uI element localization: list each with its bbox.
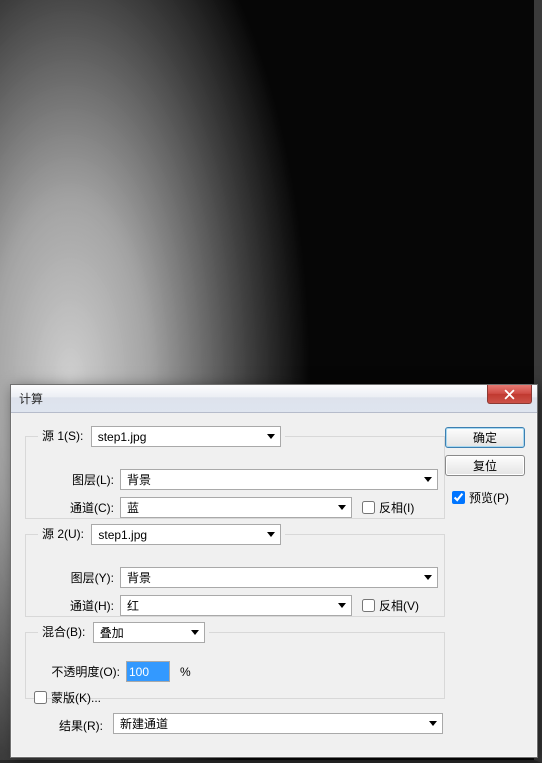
source1-file-combo[interactable]: step1.jpg (91, 426, 281, 447)
blending-group: 混合(B): 叠加 不透明度(O): % 蒙版(K)... (25, 621, 445, 699)
source2-legend: 源 2(U): step1.jpg (38, 523, 285, 545)
source1-channel-label: 通道(C): (56, 499, 114, 516)
chevron-down-icon (419, 470, 437, 489)
source2-channel-combo[interactable]: 红 (120, 595, 352, 616)
opacity-unit: % (180, 665, 191, 679)
chevron-down-icon (419, 568, 437, 587)
source2-layer-label: 图层(Y): (56, 569, 114, 586)
reset-button[interactable]: 复位 (445, 455, 525, 476)
source2-layer-value: 背景 (127, 569, 151, 586)
chevron-down-icon (333, 498, 351, 517)
source2-layer-combo[interactable]: 背景 (120, 567, 438, 588)
preview-checkbox[interactable]: 预览(P) (452, 489, 509, 506)
chevron-down-icon (262, 525, 280, 544)
result-combo[interactable]: 新建通道 (113, 713, 443, 734)
source2-channel-label: 通道(H): (56, 597, 114, 614)
source1-layer-value: 背景 (127, 471, 151, 488)
source2-group: 源 2(U): step1.jpg 图层(Y): 背景 通道(H): 红 (25, 523, 445, 617)
titlebar[interactable]: 计算 (11, 385, 537, 413)
source1-layer-combo[interactable]: 背景 (120, 469, 438, 490)
source1-group: 源 1(S): step1.jpg 图层(L): 背景 通道(C): 蓝 (25, 425, 445, 519)
result-value: 新建通道 (120, 715, 168, 732)
source1-channel-combo[interactable]: 蓝 (120, 497, 352, 518)
opacity-input[interactable] (126, 661, 170, 682)
blending-legend: 混合(B): 叠加 (38, 621, 209, 643)
calculations-dialog: 计算 源 1(S): step1.jpg 图层(L): 背景 (10, 384, 538, 758)
source2-invert-checkbox[interactable]: 反相(V) (362, 597, 419, 614)
preview-label: 预览(P) (469, 489, 509, 506)
chevron-down-icon (333, 596, 351, 615)
opacity-value (127, 662, 169, 681)
source1-file-value: step1.jpg (98, 430, 147, 444)
source2-file-combo[interactable]: step1.jpg (91, 524, 281, 545)
ok-button[interactable]: 确定 (445, 427, 525, 448)
source2-file-value: step1.jpg (98, 528, 147, 542)
source2-channel-value: 红 (127, 597, 139, 614)
source1-invert-checkbox[interactable]: 反相(I) (362, 499, 414, 516)
close-button[interactable] (487, 385, 532, 404)
chevron-down-icon (424, 714, 442, 733)
close-icon (504, 389, 515, 400)
chevron-down-icon (186, 623, 204, 642)
mask-checkbox[interactable]: 蒙版(K)... (34, 689, 101, 706)
source1-legend: 源 1(S): step1.jpg (38, 425, 285, 447)
source2-invert-label: 反相(V) (379, 597, 419, 614)
blending-mode-combo[interactable]: 叠加 (93, 622, 205, 643)
dialog-title: 计算 (19, 390, 43, 407)
result-label: 结果(R): (59, 717, 103, 734)
chevron-down-icon (262, 427, 280, 446)
blending-mode-value: 叠加 (100, 624, 124, 641)
mask-label: 蒙版(K)... (51, 689, 101, 706)
source1-invert-label: 反相(I) (379, 499, 414, 516)
opacity-label: 不透明度(O): (34, 663, 120, 680)
source1-channel-value: 蓝 (127, 499, 139, 516)
source1-layer-label: 图层(L): (56, 471, 114, 488)
